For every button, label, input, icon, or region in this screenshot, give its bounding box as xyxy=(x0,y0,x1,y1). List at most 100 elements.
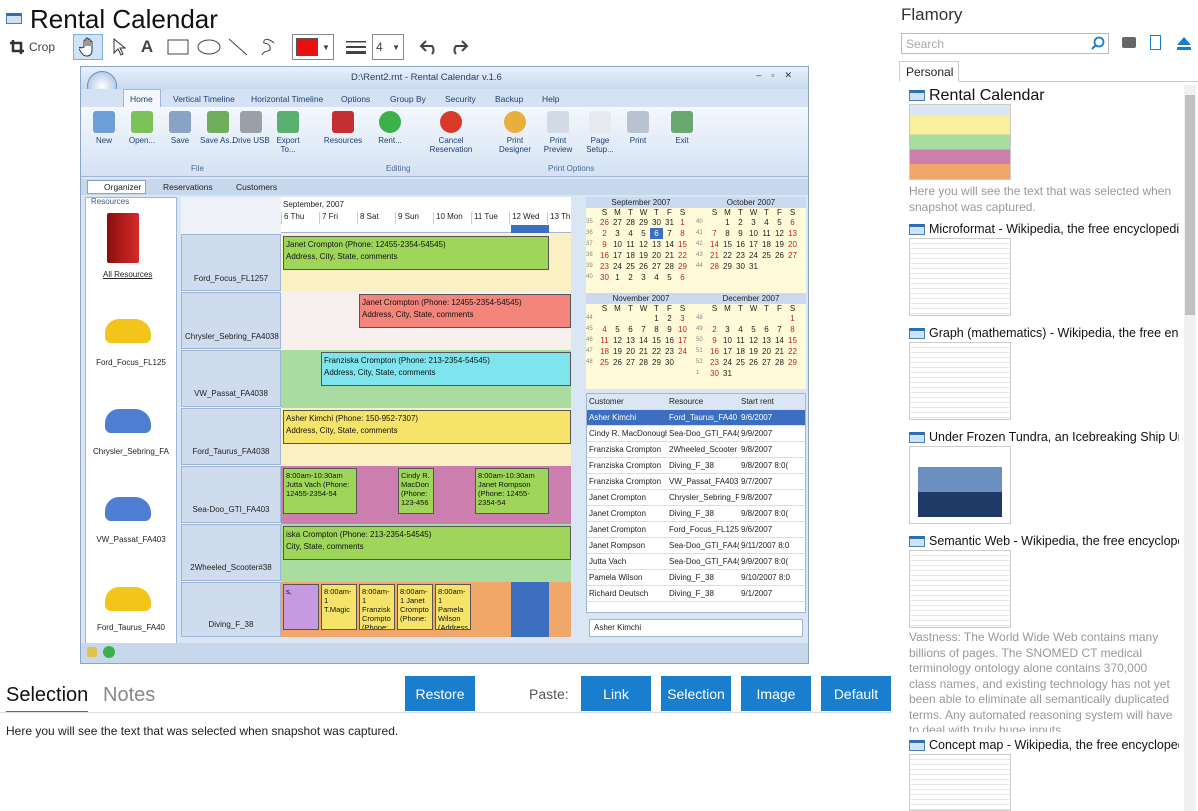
rc-calendar-week: 43 21 22 23 24 25 26 27 xyxy=(696,251,797,260)
rc-calendar-week: 39 23 24 25 26 27 28 29 xyxy=(586,262,687,271)
rc-ribbon-driveusb: Drive USB xyxy=(232,111,270,145)
rc-resource-5: Sea-Doo_GTI_FA403 xyxy=(192,505,270,514)
line-tool-button[interactable] xyxy=(226,34,250,60)
freehand-tool-button[interactable] xyxy=(256,34,280,60)
rc-calendar-week: 40 30 1 2 3 4 5 6 xyxy=(586,273,685,282)
line-width-select[interactable]: 4 ▼ xyxy=(372,34,404,60)
undo-button[interactable] xyxy=(416,34,442,60)
crop-button[interactable]: Crop xyxy=(6,34,58,60)
rc-booking-bar: 8:00am-10:30am Jutta Vach (Phone: 12455-… xyxy=(283,468,357,514)
card-thumbnail[interactable] xyxy=(909,550,1011,628)
card-title-tundra[interactable]: Under Frozen Tundra, an Icebreaking Ship… xyxy=(929,430,1179,444)
freehand-icon xyxy=(261,38,275,56)
rc-table-row: Jutta Vach Sea-Doo_GTI_FA4(9/9/2007 8:0( xyxy=(587,554,805,570)
rc-customer-table: Customer Resource Start rent Asher Kimch… xyxy=(586,393,806,613)
card-thumbnail[interactable] xyxy=(909,446,1011,524)
rc-calendar-week: 36 2 3 4 5 6 7 8 xyxy=(586,228,685,239)
rc-menu-help: Help xyxy=(542,94,560,104)
search-input[interactable]: Search xyxy=(901,33,1109,54)
rc-table-row: Cindy R. MacDonough Sea-Doo_GTI_FA4(9/9/2… xyxy=(587,426,805,442)
ellipse-tool-button[interactable] xyxy=(195,34,223,60)
rc-calendar-title: September 2007 xyxy=(586,197,696,208)
hand-icon xyxy=(79,37,93,57)
card-title-microformat[interactable]: Microformat - Wikipedia, the free encycl… xyxy=(929,222,1179,236)
rc-menu-groupby: Group By xyxy=(390,94,426,104)
card-thumbnail[interactable] xyxy=(909,342,1011,420)
sidebar-app-name: Flamory xyxy=(901,5,963,24)
card-title-graph[interactable]: Graph (mathematics) - Wikipedia, the fre… xyxy=(929,326,1179,340)
rc-booking-bar: 8:00am-1 Janet Crompto (Phone: xyxy=(397,584,433,630)
card-title-concept[interactable]: Concept map - Wikipedia, the free encycl… xyxy=(929,738,1179,752)
rc-calendar-week: 35 26 27 28 29 30 31 1 xyxy=(586,218,685,227)
rc-table-row: Franziska Crompton VW_Passat_FA403 9/7/200… xyxy=(587,474,805,490)
rc-table-row: Pamela Wilson Diving_F_38 9/10/2007 8:0 xyxy=(587,570,805,586)
redo-button[interactable] xyxy=(446,34,472,60)
rc-booking-bar: Franziska Crompton (Phone: 213-2354-5454… xyxy=(321,352,571,386)
rectangle-icon xyxy=(167,39,189,55)
rc-resource-cell xyxy=(181,466,281,523)
rc-ribbon-exit: Exit xyxy=(663,111,701,145)
crop-icon xyxy=(9,40,24,54)
camera-icon[interactable] xyxy=(1122,37,1136,48)
rc-booking-bar: 8:00am-1 Franzisk Crompto (Phone: xyxy=(359,584,395,630)
card-thumbnail[interactable] xyxy=(909,754,1011,811)
paste-image-button[interactable]: Image xyxy=(741,676,811,711)
rc-ribbon-printdesigner: Print Designer xyxy=(493,111,537,154)
card-thumbnail[interactable] xyxy=(909,104,1011,180)
rc-calendar-week: 52 23 24 25 26 27 28 29 xyxy=(696,358,797,367)
rc-menu-vertical: Vertical Timeline xyxy=(173,94,235,104)
snapshot-image: D:\Rent2.rnt - Rental Calendar v.1.6 –▫✕… xyxy=(80,66,809,664)
rc-menu-security: Security xyxy=(445,94,476,104)
line-width-icon xyxy=(344,34,368,60)
tab-selection[interactable]: Selection xyxy=(6,684,89,713)
rc-calendar-week: 48 25 26 27 28 29 30 xyxy=(586,358,674,367)
rc-resource-3: VW_Passat_FA4038 xyxy=(194,389,268,398)
ship-photo xyxy=(918,467,1002,517)
scrollbar-thumb[interactable] xyxy=(1185,95,1195,315)
rc-calendar-week: 42 14 15 16 17 18 19 20 xyxy=(696,240,797,249)
rc-month-calendar: November 2007 S M T W T F S 44 1 2 3 45 4 5 6 7 8 9 10 46 11 1… xyxy=(586,293,696,389)
document-icon[interactable] xyxy=(1150,35,1161,50)
rc-ribbon-rent: Rent... xyxy=(371,111,409,145)
rc-calendar-week: 47 18 19 20 21 22 23 24 xyxy=(586,347,687,356)
color-picker[interactable]: ▼ xyxy=(292,34,334,60)
paste-default-button[interactable]: Default xyxy=(821,676,891,711)
rc-calendar-week: 45 4 5 6 7 8 9 10 xyxy=(586,325,687,334)
app-window-icon xyxy=(6,13,22,24)
rc-table-row: Richard Deutsch Diving_F_38 9/1/2007 xyxy=(587,586,805,602)
rc-ribbon-save: Save xyxy=(161,111,199,145)
eject-icon[interactable] xyxy=(1176,36,1192,50)
hand-tool-button[interactable] xyxy=(73,34,103,60)
line-icon xyxy=(228,38,248,56)
rc-ribbon-pagesetup: Page Setup... xyxy=(579,111,621,154)
rc-resource-4: Ford_Taurus_FA4038 xyxy=(192,447,270,456)
snapshot-icon xyxy=(909,536,925,547)
rc-side-car-1: Ford_Focus_FL125 xyxy=(96,358,166,367)
rc-calendar-week: 46 11 12 13 14 15 16 17 xyxy=(586,336,687,345)
select-tool-button[interactable] xyxy=(108,34,130,60)
card-title-semantic[interactable]: Semantic Web - Wikipedia, the free encyc… xyxy=(929,534,1179,548)
rc-car-icon xyxy=(105,497,151,521)
card-thumbnail[interactable] xyxy=(909,238,1011,316)
paste-selection-button[interactable]: Selection xyxy=(661,676,731,711)
rc-day-headers: 6 Thu 7 Fri 8 Sat 9 Sun 10 Mon 11 Tue 12… xyxy=(281,212,571,224)
tab-personal[interactable]: Personal xyxy=(899,61,959,82)
paste-link-button[interactable]: Link xyxy=(581,676,651,711)
rc-side-car-2: Chrysler_Sebring_FA xyxy=(92,447,170,456)
undo-icon xyxy=(419,40,435,55)
text-tool-button[interactable]: A xyxy=(136,34,158,60)
cursor-arrow-icon xyxy=(113,38,126,56)
rc-booking-block xyxy=(511,582,549,637)
rc-table-row: Janet Rompson Sea-Doo_GTI_FA4(9/11/2007 8… xyxy=(587,538,805,554)
rc-table-header: Customer Resource Start rent xyxy=(587,394,805,410)
card-title-rental[interactable]: Rental Calendar xyxy=(929,87,1179,105)
restore-button[interactable]: Restore xyxy=(405,676,475,711)
rc-lock-icon xyxy=(87,647,97,657)
rc-calendar-title: October 2007 xyxy=(696,197,806,208)
rc-search-box: Asher Kimchi xyxy=(589,619,803,637)
search-icon[interactable] xyxy=(1091,36,1105,50)
tab-notes[interactable]: Notes xyxy=(103,684,155,707)
rc-calendar-week: 44 1 2 3 xyxy=(586,314,685,323)
rectangle-tool-button[interactable] xyxy=(164,34,192,60)
rc-booking-bar: Janet Crompton (Phone: 12455-2354-54545)… xyxy=(359,294,571,328)
